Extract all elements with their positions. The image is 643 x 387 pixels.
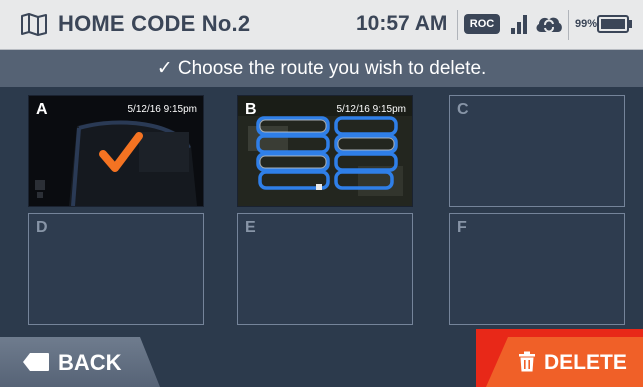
route-slot-f[interactable]: F <box>449 213 625 325</box>
route-slot-a[interactable]: A 5/12/16 9:15pm <box>28 95 204 207</box>
route-slot-b[interactable]: B 5/12/16 9:15pm <box>237 95 413 207</box>
battery-percent: 99% <box>575 18 598 30</box>
header-divider <box>568 10 569 40</box>
route-date: 5/12/16 9:15pm <box>127 104 198 115</box>
route-letter: D <box>36 219 48 236</box>
route-date: 5/12/16 9:15pm <box>336 104 407 115</box>
map-icon <box>21 13 47 36</box>
route-letter: E <box>245 219 256 236</box>
delete-button[interactable]: DELETE <box>486 337 643 387</box>
back-arrow-icon <box>23 353 49 371</box>
home-code-title: HOME CODE No.2 <box>58 11 251 36</box>
back-label: BACK <box>58 350 122 375</box>
delete-label: DELETE <box>544 351 627 374</box>
route-slot-e[interactable]: E <box>237 213 413 325</box>
cloud-sync-icon <box>536 17 562 33</box>
route-slot-d[interactable]: D <box>28 213 204 325</box>
route-letter: B <box>245 101 257 118</box>
delete-button-highlight: DELETE <box>476 329 643 387</box>
route-letter: C <box>457 101 469 118</box>
clock-time: 10:57 AM <box>356 12 448 35</box>
status-header: HOME CODE No.2 10:57 AM ROC 99% <box>0 0 643 50</box>
route-slot-c[interactable]: C <box>449 95 625 207</box>
trash-icon <box>519 351 535 372</box>
header-divider <box>457 10 458 40</box>
route-letter: F <box>457 219 467 236</box>
battery-icon <box>597 15 632 33</box>
instruction-bar: ✓ Choose the route you wish to delete. <box>0 50 643 87</box>
route-letter: A <box>36 101 48 118</box>
signal-icon <box>511 15 527 34</box>
back-button[interactable]: BACK <box>0 337 160 387</box>
roc-badge: ROC <box>464 14 500 34</box>
